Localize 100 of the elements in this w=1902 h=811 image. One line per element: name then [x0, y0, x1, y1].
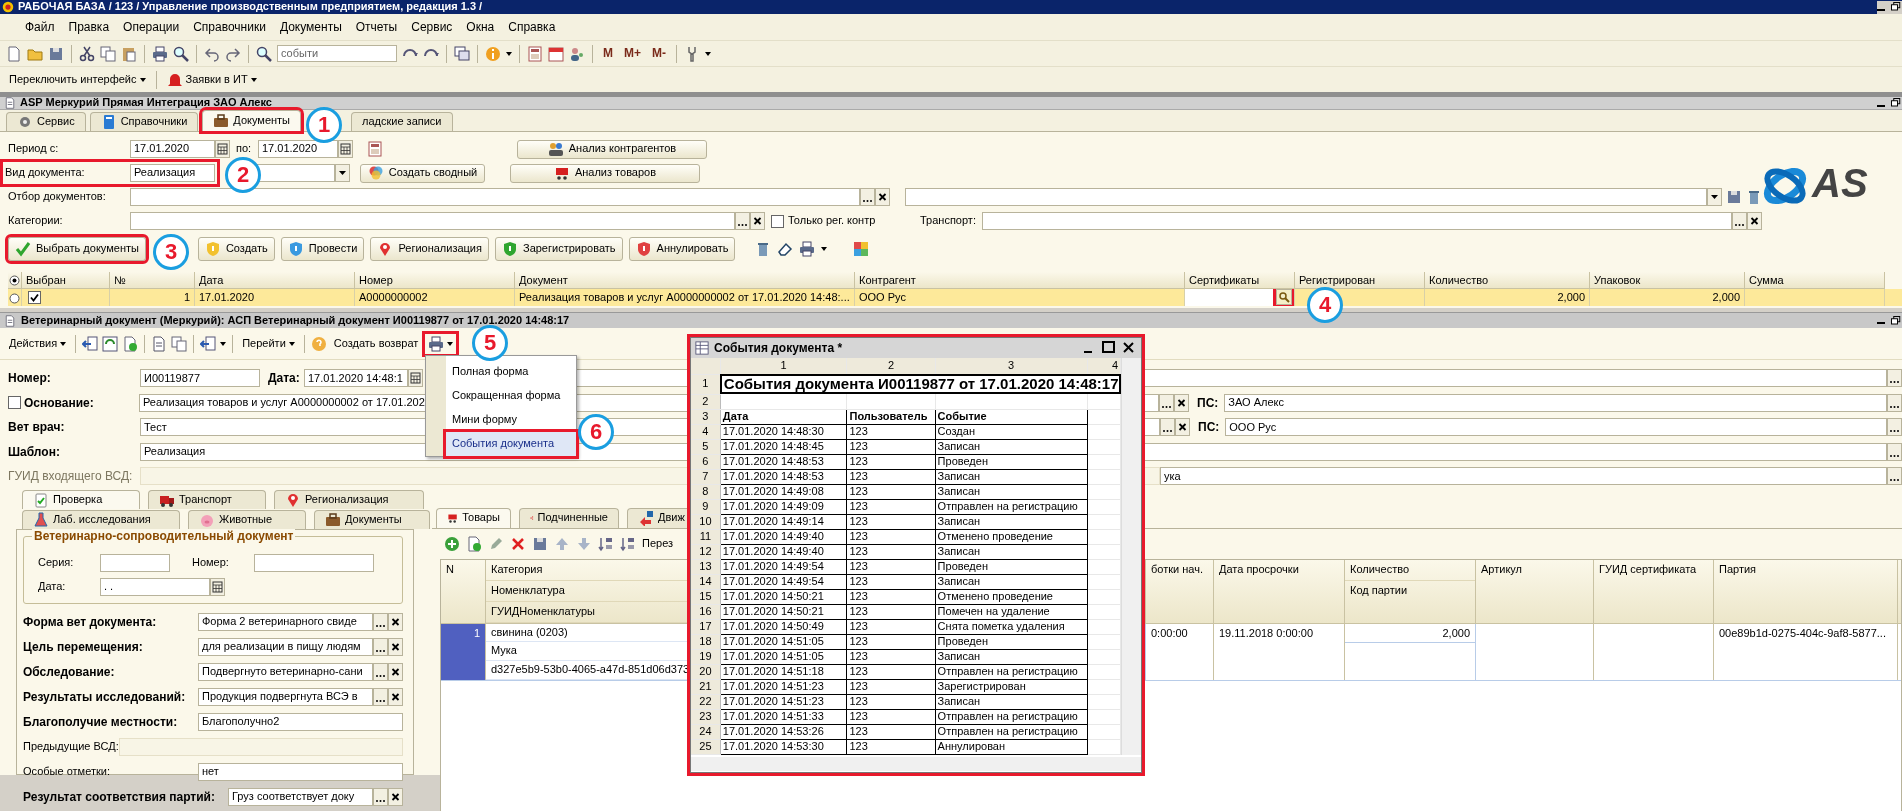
column-header[interactable]: ботки нач.: [1146, 559, 1214, 623]
actions-menu[interactable]: Действия: [6, 336, 70, 351]
tab[interactable]: Товары: [436, 507, 511, 528]
column-header[interactable]: Упаковок: [1590, 272, 1745, 289]
logo-text: AS: [1812, 163, 1868, 203]
analysis-button[interactable]: Анализ товаров: [510, 163, 700, 183]
window-title: РАБОЧАЯ БАЗА / 123 / Управление производственным предприятием, редакция 1.3 /: [18, 0, 483, 14]
sheet-cell: 17.01.2020 14:51:23: [720, 679, 847, 694]
tab[interactable]: Сервис: [6, 112, 86, 131]
tab[interactable]: Документы: [202, 110, 301, 131]
row-number[interactable]: 1: [441, 623, 486, 680]
input-field[interactable]: . .: [100, 577, 210, 596]
input-field[interactable]: ООО Рус: [1225, 418, 1887, 437]
column-header[interactable]: Сертификаты: [1185, 272, 1295, 289]
input-field[interactable]: 17.01.2020: [130, 140, 215, 158]
column-header[interactable]: №: [110, 272, 195, 289]
menu-item[interactable]: Файл: [18, 19, 62, 35]
column-header[interactable]: Контрагент: [855, 272, 1185, 289]
menu-item[interactable]: Сокращенная форма: [446, 384, 576, 408]
tab[interactable]: Лаб. исследования: [22, 509, 180, 529]
sheet-cell: 17.01.2020 14:51:23: [720, 694, 847, 709]
action-button[interactable]: Создать: [197, 237, 275, 261]
input-field[interactable]: Подвергнуто ветеринарно-сани: [198, 663, 373, 681]
sheet-cell: Записан: [935, 484, 1088, 499]
input-field[interactable]: Груз соответствует доку: [228, 788, 373, 806]
column-header[interactable]: Номер: [355, 272, 515, 289]
column-header[interactable]: Количество: [1425, 272, 1590, 289]
memory-button[interactable]: M: [600, 46, 616, 61]
sheet-cell: Отменено проведение: [935, 529, 1088, 544]
sheet-cell: 123: [846, 484, 936, 499]
column-header[interactable]: Дата: [195, 272, 355, 289]
action-button[interactable]: Выбрать документы: [8, 237, 146, 261]
tab[interactable]: Регионализация: [274, 489, 424, 509]
sheet-cell: 123: [846, 544, 936, 559]
menu-item[interactable]: Документы: [272, 19, 349, 35]
tab[interactable]: Животные: [188, 509, 306, 529]
input-field[interactable]: 17.01.2020: [258, 140, 338, 158]
tab[interactable]: Документы: [314, 509, 430, 529]
tab[interactable]: Подчиненные: [519, 507, 619, 528]
tab[interactable]: ладские записи: [351, 112, 453, 131]
column-header[interactable]: Дата просрочки: [1214, 559, 1345, 623]
input-field[interactable]: Продукция подвергнута ВСЭ в: [198, 688, 373, 706]
sheet-cell: 17.01.2020 14:50:21: [720, 589, 847, 604]
column-header[interactable]: Код партии: [1345, 580, 1475, 602]
column-header[interactable]: Документ: [515, 272, 855, 289]
menu-item[interactable]: Окна: [459, 19, 502, 35]
column-header[interactable]: Количество: [1345, 559, 1475, 581]
menu-item[interactable]: Сервис: [404, 19, 460, 35]
menu-item[interactable]: Справочники: [186, 19, 273, 35]
input-field[interactable]: И00119877: [140, 369, 260, 388]
menu-item[interactable]: Операции: [116, 19, 187, 35]
field-label: Дата:: [268, 371, 301, 386]
field-label: Номер:: [192, 555, 230, 570]
menu-item[interactable]: Полная форма: [446, 360, 576, 384]
input-field[interactable]: Благополучно2: [198, 713, 403, 731]
input-field[interactable]: нет: [198, 763, 403, 781]
column-header[interactable]: Выбран: [22, 272, 110, 289]
input-field[interactable]: для реализации в пищу людям: [198, 638, 373, 656]
analysis-button[interactable]: Анализ контрагентов: [517, 139, 707, 159]
toolbar-button[interactable]: Заявки в ИТ: [163, 71, 260, 88]
table-cell: 17.01.2020: [195, 289, 355, 306]
toolbar-button[interactable]: Переключить интерфейс: [6, 72, 149, 87]
table-cell: 2,000: [1590, 289, 1745, 306]
memory-button[interactable]: M+: [621, 46, 644, 61]
column-header[interactable]: ГУИД сертификата: [1594, 559, 1714, 623]
menu-item[interactable]: Правка: [61, 19, 117, 35]
sheet-cell: Записан: [935, 649, 1088, 664]
column-header[interactable]: Регистрирован: [1295, 272, 1425, 289]
column-number: 3: [935, 358, 1088, 374]
input-field[interactable]: Форма 2 ветеринарного свиде: [198, 613, 373, 631]
sheet-cell: 123: [846, 439, 936, 454]
action-button[interactable]: Регионализация: [370, 237, 489, 261]
menu-item[interactable]: Справка: [501, 19, 563, 35]
table-cell: 2,000: [1345, 623, 1475, 643]
column-header[interactable]: N: [441, 559, 486, 623]
input-field[interactable]: ЗАО Алекс: [1224, 393, 1887, 412]
tab[interactable]: Транспорт: [148, 489, 266, 509]
sheet-cell: 123: [846, 589, 936, 604]
menu-item[interactable]: События документа: [446, 432, 576, 456]
menu-item[interactable]: Мини форму: [446, 408, 576, 432]
sheet-cell: 17.01.2020 14:51:33: [720, 709, 847, 724]
input-field[interactable]: 17.01.2020 14:48:1: [304, 369, 408, 388]
tab[interactable]: Справочники: [89, 112, 199, 131]
input-field[interactable]: Реализация: [130, 164, 215, 182]
goto-menu[interactable]: Перейти: [239, 336, 298, 351]
column-header[interactable]: Партия: [1714, 559, 1898, 623]
column-header[interactable]: Сумма: [1745, 272, 1885, 289]
search-field[interactable]: событи: [277, 45, 397, 62]
toolbar-button[interactable]: Создать возврат: [330, 336, 422, 351]
action-button[interactable]: Аннулировать: [628, 237, 736, 261]
toolbar-button[interactable]: Перез: [642, 536, 674, 551]
action-button[interactable]: Провести: [280, 237, 365, 261]
input-field[interactable]: ука: [1160, 467, 1887, 486]
action-button[interactable]: Зарегистрировать: [495, 237, 623, 261]
column-header[interactable]: Артикул: [1476, 559, 1594, 623]
memory-button[interactable]: M-: [649, 46, 669, 61]
menu-item[interactable]: Отчеты: [348, 19, 405, 35]
create-summary-button[interactable]: Создать сводный: [360, 163, 485, 183]
tab[interactable]: Проверка: [22, 489, 140, 509]
sheet-cell: 17.01.2020 14:51:05: [720, 649, 847, 664]
